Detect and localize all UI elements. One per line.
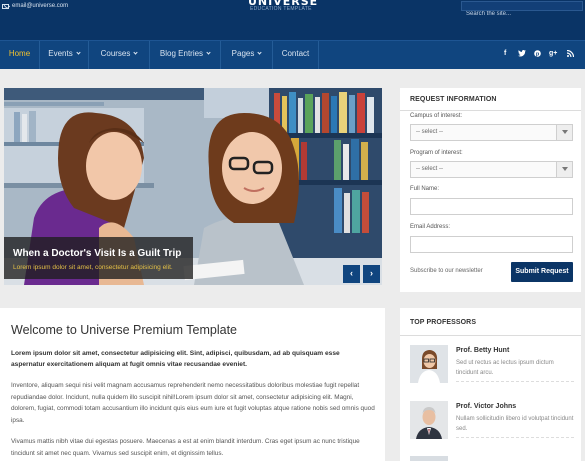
welcome-title: Welcome to Universe Premium Template [11, 323, 238, 337]
professor-photo [410, 345, 448, 383]
search-box [461, 1, 583, 18]
divider [456, 437, 574, 438]
main-nav: Home Events Courses Blog Entries Pages C… [0, 40, 585, 69]
header-email[interactable]: email@universe.com [2, 3, 68, 9]
nav-courses[interactable]: Courses [89, 41, 150, 69]
welcome-lead: Lorem ipsum dolor sit amet, consectetur … [11, 350, 340, 368]
professor-item[interactable]: Prof. Victor Johns Nullam sollicitudin l… [410, 401, 575, 443]
program-label: Program of interest: [410, 150, 463, 156]
chevron-down-icon [257, 50, 262, 55]
chevron-down-icon [76, 50, 81, 55]
chevron-down-icon [133, 50, 139, 55]
top-professors-title: TOP PROFESSORS [410, 319, 477, 326]
rss-icon[interactable] [566, 49, 575, 59]
chevron-down-icon [556, 125, 572, 140]
request-info-panel: REQUEST INFORMATION Campus of interest: … [400, 88, 581, 292]
welcome-paragraph: Vivamus mattis nibh vitae dui egestas po… [11, 438, 360, 457]
envelope-icon [2, 3, 9, 9]
top-professors-panel: TOP PROFESSORS Prof. Betty Hunt Sed ut r… [400, 308, 581, 461]
slider-next-button[interactable]: › [363, 265, 380, 283]
request-info-title: REQUEST INFORMATION [410, 96, 497, 103]
campus-label: Campus of interest: [410, 113, 463, 119]
header-email-text: email@universe.com [12, 3, 69, 9]
nav-blog-entries[interactable]: Blog Entries [150, 41, 221, 69]
twitter-icon[interactable] [518, 49, 526, 59]
divider [400, 335, 581, 336]
divider [400, 110, 581, 111]
professor-desc: Nullam sollicitudin libero id volutpat t… [456, 416, 574, 432]
nav-contact[interactable]: Contact [273, 41, 319, 69]
full-name-label: Full Name: [410, 186, 440, 192]
submit-request-button[interactable]: Submit Request [511, 262, 573, 282]
subscribe-text[interactable]: Subscribe to our newsletter [410, 268, 483, 274]
nav-pages[interactable]: Pages [221, 41, 273, 69]
nav-events[interactable]: Events [40, 41, 89, 69]
top-bar: email@universe.com UNIVERSE EDUCATION TE… [0, 0, 585, 40]
slider-caption-title: When a Doctor's Visit Is a Guilt Trip [13, 248, 182, 259]
chevron-down-icon [206, 50, 211, 55]
welcome-paragraph: Inventore, aliquam sequi nisi velit magn… [11, 382, 375, 424]
professor-photo [410, 456, 448, 461]
professor-item[interactable]: Prof. Betty Hunt Sed ut rectus ac lectus… [410, 345, 575, 387]
divider [456, 381, 574, 382]
professor-item[interactable] [410, 456, 575, 461]
slider-prev-button[interactable]: ‹ [343, 265, 360, 283]
welcome-panel: Welcome to Universe Premium Template Lor… [0, 308, 385, 461]
professor-desc: Sed ut rectus ac lectus ipsum dictum tin… [456, 360, 554, 376]
campus-select[interactable]: -- select -- [410, 124, 573, 141]
professor-photo [410, 401, 448, 439]
professor-name: Prof. Betty Hunt [456, 347, 510, 354]
nav-home[interactable]: Home [0, 41, 40, 69]
program-select[interactable]: -- select -- [410, 161, 573, 178]
google-plus-icon[interactable]: g+ [549, 50, 557, 57]
pinterest-icon[interactable]: p [534, 50, 541, 59]
slider-caption[interactable]: When a Doctor's Visit Is a Guilt Trip Lo… [4, 237, 193, 279]
email-input[interactable] [410, 236, 573, 253]
search-input[interactable] [462, 10, 582, 18]
slider-caption-text: Lorem ipsum dolor sit amet, consectetur … [13, 264, 173, 271]
facebook-icon[interactable]: f [504, 50, 506, 57]
chevron-down-icon [556, 162, 572, 177]
full-name-input[interactable] [410, 198, 573, 215]
professor-name: Prof. Victor Johns [456, 403, 517, 410]
email-label: Email Address: [410, 224, 451, 230]
site-tagline: EDUCATION TEMPLATE [250, 6, 312, 12]
